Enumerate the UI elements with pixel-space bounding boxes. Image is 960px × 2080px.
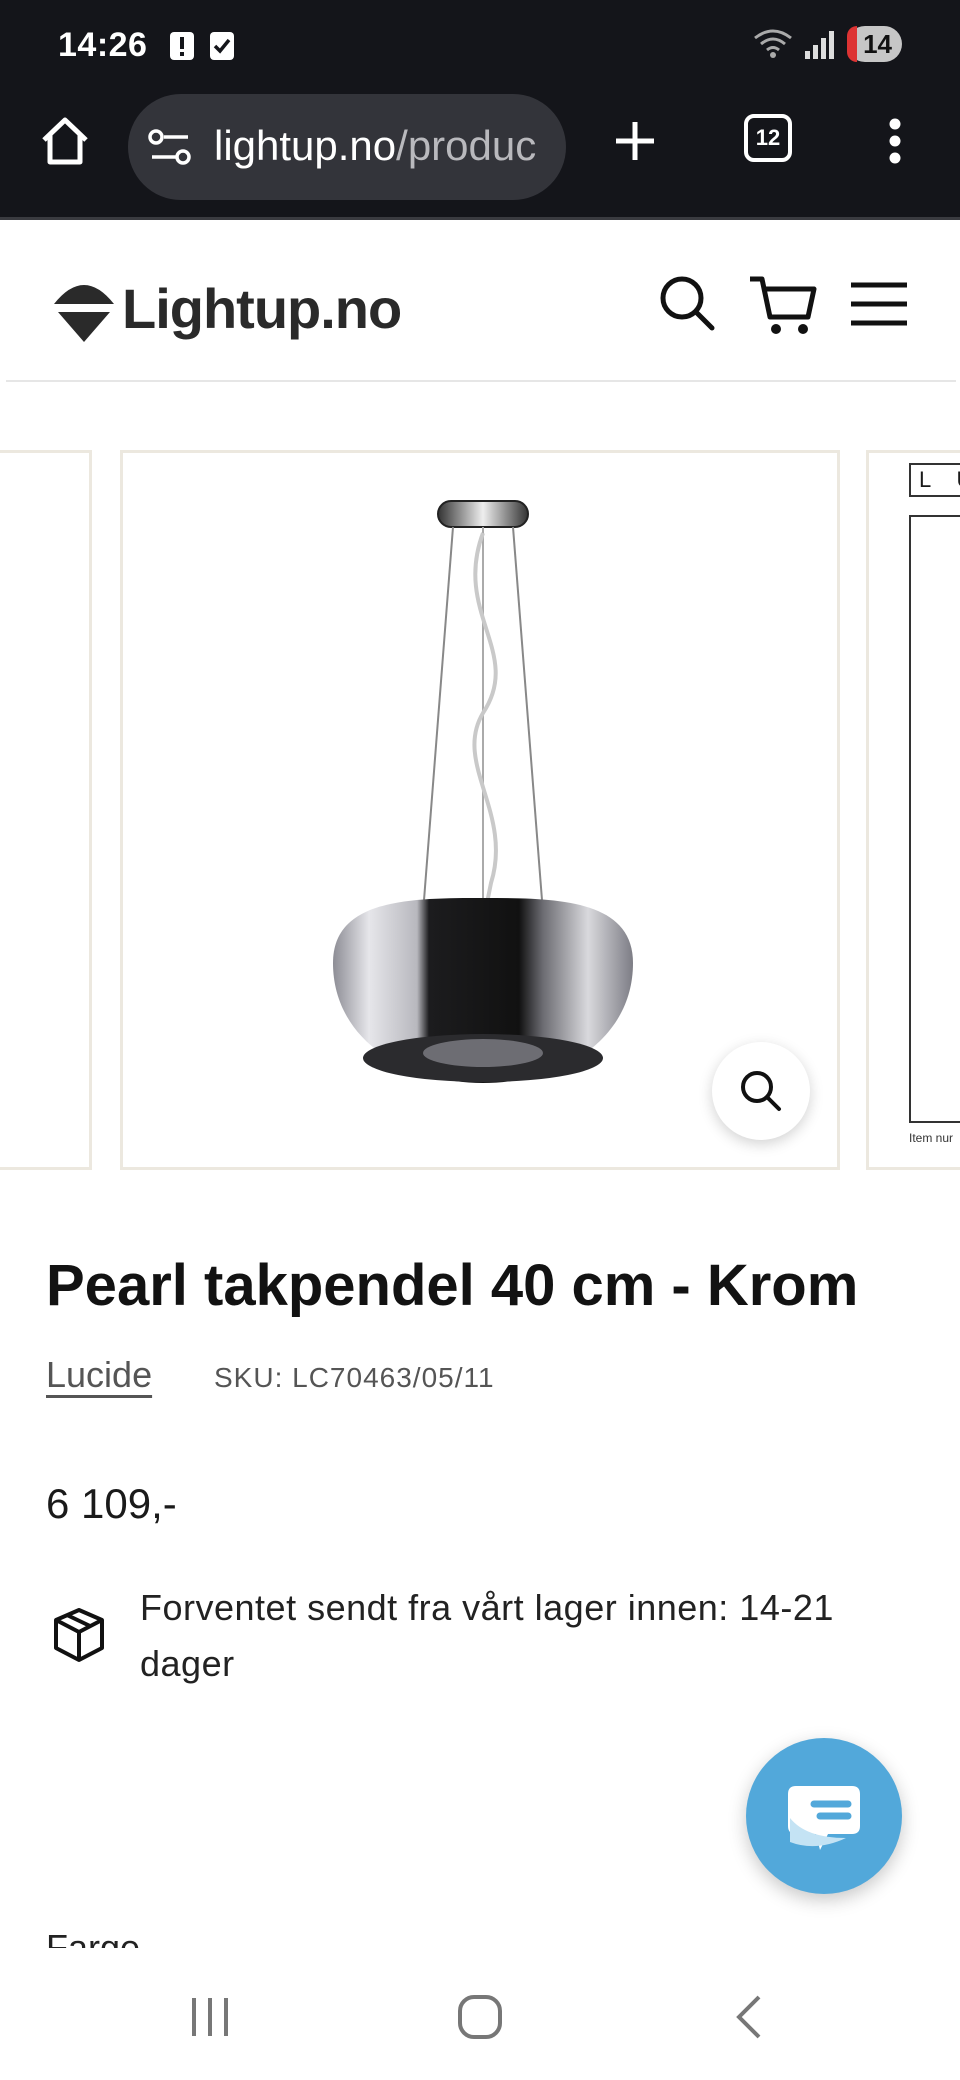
tab-count: 12 [755,125,781,150]
chat-button[interactable] [746,1738,902,1894]
browser-toolbar: lightup.no/produc 12 [0,88,960,220]
delivery-estimate: Forventet sendt fra vårt lager innen: 14… [140,1587,834,1684]
back-button[interactable] [718,1990,778,2044]
product-gallery[interactable]: L U Item nur [0,450,960,1172]
status-right: 14 [753,26,902,62]
menu-button[interactable] [846,274,912,334]
product-sku: SKU: LC70463/05/11 [214,1362,495,1393]
site-logo[interactable]: Lightup.no [46,262,426,362]
package-icon [54,1608,104,1662]
system-navigation-bar [0,1952,960,2080]
battery-level: 14 [863,28,892,59]
site-settings-icon[interactable] [148,128,192,166]
home-icon [42,117,88,165]
alert-notification-icon [170,32,194,60]
address-bar[interactable]: lightup.no/produc [128,94,566,200]
check-notification-icon [210,32,234,60]
url-text[interactable]: lightup.no/produc [214,122,536,170]
status-time: 14:26 [58,26,148,64]
plus-icon [616,122,654,160]
tabs-button[interactable]: 12 [738,108,798,168]
home-nav-button[interactable] [448,1990,512,2044]
search-icon [660,276,715,331]
tab-count-icon: 12 [744,114,792,162]
battery-indicator: 14 [847,26,902,62]
header-divider [6,380,956,382]
wifi-icon [754,29,792,58]
product-price: 6 109,- [46,1480,177,1527]
hamburger-icon [851,282,907,326]
color-option-label: Farge [46,1927,141,1948]
search-button[interactable] [652,268,722,338]
back-chevron-icon [736,1995,761,2039]
brand-link[interactable]: Lucide [46,1354,152,1396]
recent-apps-button[interactable] [180,1992,240,2042]
home-button[interactable] [30,106,100,176]
signal-icon [805,31,835,59]
more-vertical-icon [889,118,901,164]
url-host: lightup.no [214,122,397,169]
url-path: /produc [396,122,537,169]
product-title: Pearl takpendel 40 cm - Krom [46,1253,859,1318]
next-slide-caption: Item nur [909,1131,954,1145]
home-nav-icon [458,1995,502,2039]
recent-apps-icon [192,1998,228,2036]
logo-text: Lightup.no [122,277,402,340]
next-slide-drawing-frame [909,515,960,1123]
gallery-slide-previous[interactable] [0,450,92,1170]
cart-button[interactable] [746,268,820,342]
cart-icon [750,276,817,334]
site-header: Lightup.no [0,222,960,382]
browser-menu-button[interactable] [870,106,920,176]
zoom-search-icon [741,1071,781,1111]
new-tab-button[interactable] [600,106,670,176]
status-bar: 14:26 14 [0,0,960,88]
gallery-slide-next[interactable]: L U Item nur [866,450,960,1170]
chat-icon [788,1786,860,1850]
lamp-logo-icon [54,285,114,342]
next-slide-label: L U [909,463,960,497]
zoom-button[interactable] [712,1042,810,1140]
